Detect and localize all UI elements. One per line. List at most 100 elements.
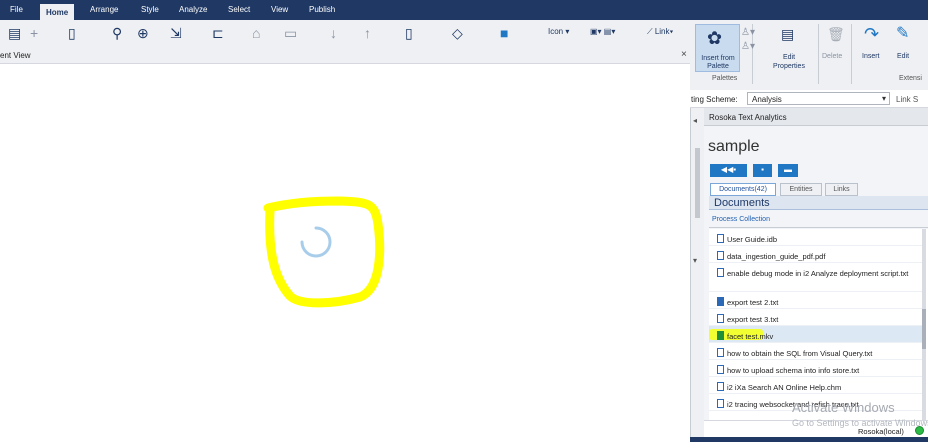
tag-icon[interactable]: ◇	[452, 26, 463, 40]
tab-style[interactable]: Style	[141, 5, 159, 14]
file-outline-icon	[717, 314, 724, 323]
document-name: how to obtain the SQL from Visual Query.…	[727, 349, 873, 358]
document-icon[interactable]: ▯	[405, 26, 413, 40]
rosoka-panel-header: Rosoka Text Analytics	[704, 108, 928, 126]
edit-properties-icon: ▤	[781, 26, 795, 42]
icon-dropdown[interactable]: Icon ▾	[548, 27, 569, 36]
activate-windows-hint: Go to Settings to activate Windows.	[792, 418, 928, 428]
tab-analyze[interactable]: Analyze	[179, 5, 207, 14]
arrange-icon[interactable]: ⊏	[212, 26, 224, 40]
person-search-icon[interactable]: ♙▾	[741, 40, 755, 54]
file-outline-icon	[717, 234, 724, 243]
tab-documents[interactable]: Documents(42)	[710, 183, 776, 196]
scheme-select[interactable]: Analysis ▾	[747, 92, 890, 105]
tab-publish[interactable]: Publish	[309, 5, 335, 14]
zoom-in-icon[interactable]: ⊕	[137, 26, 149, 40]
tab-view[interactable]: View	[271, 5, 288, 14]
insert-button[interactable]: Insert	[862, 53, 880, 60]
style-dropdowns[interactable]: ▣▾ ▤▾	[590, 27, 615, 36]
insert-from-palette-label: Insert from Palette	[701, 55, 735, 70]
document-view-body	[0, 64, 690, 442]
link-dropdown-label: Link	[654, 27, 670, 36]
scrollbar-thumb[interactable]	[922, 309, 926, 349]
list-item[interactable]: User Guide.idb	[709, 229, 925, 246]
application-window: File Home Arrange Style Analyze Select V…	[0, 0, 928, 442]
link-scheme-label: Link S	[896, 95, 919, 104]
expand-icon[interactable]: ▾	[693, 254, 697, 268]
ribbon-separator	[818, 24, 819, 84]
file-filled-icon	[717, 297, 724, 306]
chevron-down-icon: ▾	[881, 94, 886, 103]
tab-links[interactable]: Links	[825, 183, 858, 196]
connection-status: Rosoka(local)	[858, 427, 904, 436]
loading-spinner-icon	[300, 226, 332, 258]
link-dropdown[interactable]: ⟋ Link▾	[647, 27, 673, 37]
new-document-button[interactable]: ▪	[753, 164, 772, 177]
list-item[interactable]: how to obtain the SQL from Visual Query.…	[709, 343, 925, 360]
page-icon[interactable]: ▯	[68, 26, 76, 40]
splitter-thumb[interactable]	[695, 148, 700, 218]
documents-section-header: Documents	[709, 196, 928, 210]
new-chart-icon[interactable]: ▤	[8, 26, 21, 40]
scheme-label: ting Scheme:	[691, 95, 738, 104]
edit-button[interactable]: Edit	[897, 53, 909, 60]
file-outline-icon	[717, 365, 724, 374]
list-item[interactable]: export test 3.txt	[709, 309, 925, 326]
tab-home[interactable]: Home	[40, 4, 75, 20]
palettes-group-label: Palettes	[712, 75, 738, 82]
activate-windows-watermark: Activate Windows	[792, 400, 895, 415]
add-icon[interactable]: +	[30, 26, 38, 40]
documents-section-title: Documents	[714, 197, 770, 209]
collapse-left-icon[interactable]: ◂	[693, 114, 697, 128]
list-item[interactable]: how to upload schema into info store.txt	[709, 360, 925, 377]
move-up-icon[interactable]: ↑	[364, 26, 371, 40]
document-name: export test 2.txt	[727, 298, 779, 307]
tab-entities[interactable]: Entities	[780, 183, 822, 196]
document-name: how to upload schema into info store.txt	[727, 366, 860, 375]
panel-splitter[interactable]: ◂ ▾	[690, 108, 704, 442]
insert-from-palette-button[interactable]: ✿ Insert from Palette	[695, 24, 740, 72]
file-outline-icon	[717, 399, 724, 408]
edit-icon: ✎	[896, 25, 910, 42]
document-name: export test 3.txt	[727, 315, 779, 324]
list-item[interactable]: enable debug mode in i2 Analyze deployme…	[709, 263, 925, 292]
rosoka-panel: sample ◀◀▪ ▪ ▬ Documents(42) Entities Li…	[704, 126, 928, 442]
tab-arrange[interactable]: Arrange	[90, 5, 118, 14]
insert-icon: ↷	[864, 24, 880, 44]
delete-button[interactable]: Delete	[822, 53, 842, 60]
list-item[interactable]: i2 iXa Search AN Online Help.chm	[709, 377, 925, 394]
close-icon[interactable]: ×	[681, 49, 687, 60]
process-collection-link[interactable]: Process Collection	[712, 216, 770, 223]
cut-icon[interactable]: ⌂	[252, 26, 260, 40]
document-name: facet test.mkv	[727, 332, 774, 341]
copy-icon[interactable]: ▭	[284, 26, 297, 40]
back-button[interactable]: ◀◀▪	[710, 164, 747, 177]
document-view-canvas	[263, 196, 385, 308]
import-icon[interactable]: ■	[500, 26, 508, 40]
tab-file[interactable]: File	[10, 5, 23, 14]
file-outline-icon	[717, 251, 724, 260]
rosoka-panel-title: Rosoka Text Analytics	[709, 113, 787, 122]
file-green-icon	[717, 331, 724, 340]
document-list-scrollbar[interactable]	[922, 229, 926, 435]
person-icon[interactable]: ♙▾	[741, 26, 755, 40]
document-name: User Guide.idb	[727, 235, 778, 244]
fit-icon[interactable]: ⇲	[170, 26, 182, 40]
file-outline-icon	[717, 348, 724, 357]
palette-icon: ✿	[707, 28, 723, 48]
zoom-icon[interactable]: ⚲	[112, 26, 122, 40]
list-item-selected[interactable]: facet test.mkv	[709, 326, 925, 343]
open-folder-button[interactable]: ▬	[778, 164, 798, 177]
edit-properties-button[interactable]: Edit Properties	[768, 53, 810, 71]
document-name: enable debug mode in i2 Analyze deployme…	[727, 269, 909, 278]
document-name: data_ingestion_guide_pdf.pdf	[727, 252, 826, 261]
tab-select[interactable]: Select	[228, 5, 250, 14]
divider	[709, 227, 928, 228]
scheme-bar: ting Scheme: Analysis ▾ Link S	[690, 90, 928, 108]
move-down-icon[interactable]: ↓	[330, 26, 337, 40]
collection-title: sample	[708, 138, 760, 155]
list-item[interactable]: data_ingestion_guide_pdf.pdf	[709, 246, 925, 263]
folder-icon: ▬	[784, 165, 792, 174]
menu-bar: File Home Arrange Style Analyze Select V…	[0, 0, 928, 20]
list-item[interactable]: export test 2.txt	[709, 292, 925, 309]
